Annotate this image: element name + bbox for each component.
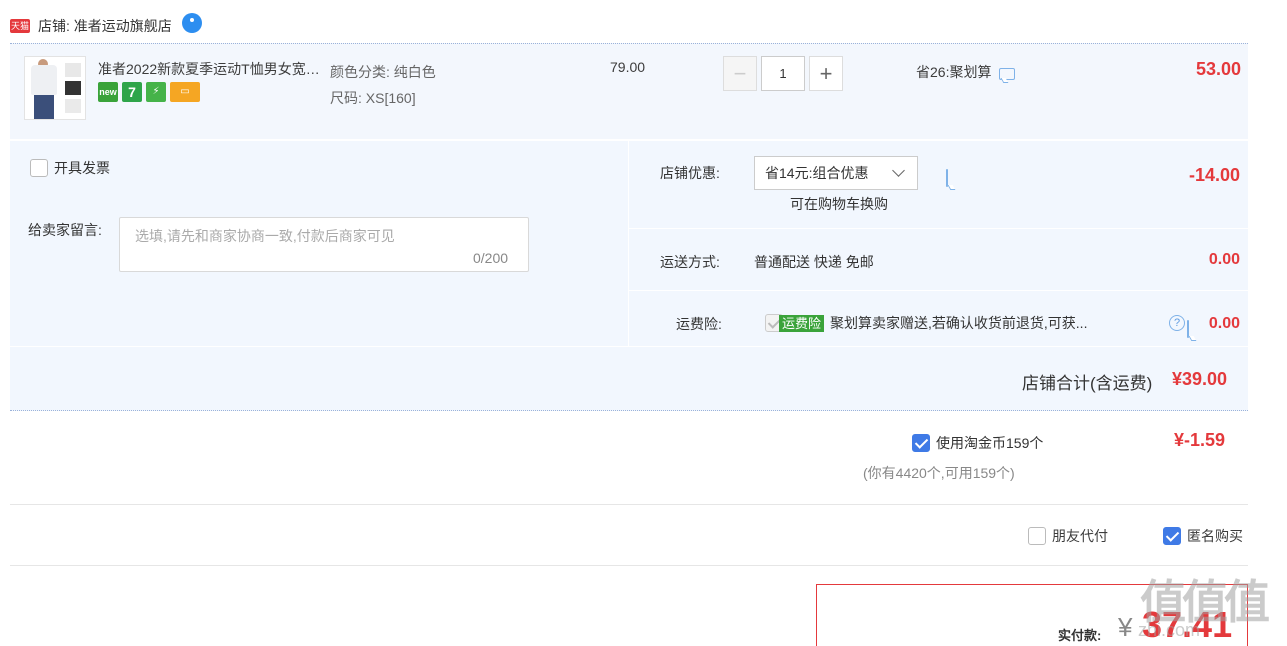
watermark-site: zhi.com	[1138, 620, 1201, 640]
shop-total-amount: ¥39.00	[1172, 369, 1228, 389]
help-icon[interactable]: ?	[1169, 315, 1185, 331]
insurance-text: 聚划算卖家赠送,若确认收货前退货,可获...	[830, 315, 1088, 331]
shipping-amount: 0.00	[1208, 251, 1240, 268]
sku-size: 尺码: XS[160]	[330, 90, 416, 106]
sku-color: 颜色分类: 纯白色	[330, 64, 436, 80]
sku-info: 颜色分类: 纯白色 尺码: XS[160]	[330, 59, 436, 111]
tmall-icon: 天猫	[10, 19, 30, 33]
anonymous-option[interactable]: 匿名购买	[1163, 526, 1243, 546]
divider	[10, 565, 1248, 566]
taojinbi-amount: ¥-1.59	[1174, 430, 1226, 450]
chevron-down-icon	[892, 164, 905, 177]
shipping-label: 运送方式:	[660, 254, 720, 270]
comment-icon[interactable]	[999, 68, 1016, 80]
item-promotion: 省26:聚划算	[916, 62, 1016, 82]
shipping-method: 普通配送 快递 免邮	[754, 254, 874, 270]
insurance-label: 运费险:	[676, 316, 722, 332]
taojinbi-option[interactable]: 使用淘金币159个	[912, 433, 1043, 453]
seller-message-counter: 0/200	[473, 250, 509, 266]
new-badge-icon: new	[98, 82, 118, 102]
taojinbi-label: 使用淘金币159个	[936, 435, 1044, 451]
card-icon: ▭	[170, 82, 200, 102]
product-thumbnail[interactable]	[24, 56, 86, 120]
taojinbi-available: (你有4420个,可用159个)	[863, 465, 1015, 481]
shop-header: 天猫 店铺: 准者运动旗舰店	[10, 13, 202, 38]
quantity-stepper: − 1 +	[723, 56, 843, 91]
insurance-amount: 0.00	[1208, 315, 1240, 332]
comment-icon[interactable]	[946, 169, 948, 187]
friend-pay-option[interactable]: 朋友代付	[1028, 526, 1108, 546]
coupon-label: 店铺优惠:	[660, 165, 720, 181]
friend-pay-checkbox[interactable]	[1028, 527, 1046, 545]
comment-icon[interactable]	[1187, 320, 1189, 338]
taojinbi-checkbox[interactable]	[912, 434, 930, 452]
decrease-quantity-button[interactable]: −	[723, 56, 757, 91]
insurance-info: 运费险 聚划算卖家赠送,若确认收货前退货,可获...	[779, 313, 1135, 333]
coupon-hint: 可在购物车换购	[790, 196, 888, 212]
invoice-option[interactable]: 开具发票	[30, 158, 110, 178]
friend-pay-label: 朋友代付	[1052, 528, 1108, 544]
service-icons: new 7 ⚡ ▭	[98, 82, 200, 102]
product-title[interactable]: 准者2022新款夏季运动T恤男女宽松训练服	[98, 59, 328, 79]
payment-label: 实付款:	[1058, 628, 1102, 643]
invoice-label: 开具发票	[54, 160, 110, 176]
seller-message-placeholder: 选填,请先和商家协商一致,付款后商家可见	[135, 228, 395, 244]
wangwang-chat-icon[interactable]	[181, 13, 202, 33]
quantity-input[interactable]: 1	[761, 56, 805, 91]
item-subtotal: 53.00	[1195, 59, 1241, 79]
shop-total-label: 店铺合计(含运费)	[1022, 374, 1153, 393]
divider	[10, 504, 1248, 505]
charge-icon: ⚡	[146, 82, 166, 102]
coupon-amount: -14.00	[1188, 165, 1240, 185]
order-item-row: 准者2022新款夏季运动T恤男女宽松训练服 new 7 ⚡ ▭ 颜色分类: 纯白…	[10, 43, 1248, 139]
seven-day-return-icon: 7	[122, 82, 142, 102]
payment-currency: ¥	[1118, 612, 1133, 642]
seller-message-label: 给卖家留言:	[28, 222, 102, 238]
invoice-checkbox[interactable]	[30, 159, 48, 177]
increase-quantity-button[interactable]: +	[809, 56, 843, 91]
anonymous-checkbox[interactable]	[1163, 527, 1181, 545]
promotion-text: 省26:聚划算	[916, 64, 992, 80]
unit-price: 79.00	[610, 59, 646, 75]
coupon-select[interactable]: 省14元:组合优惠	[754, 156, 918, 190]
coupon-selected-value: 省14元:组合优惠	[765, 165, 869, 181]
shop-name[interactable]: 店铺: 准者运动旗舰店	[38, 16, 172, 36]
anonymous-label: 匿名购买	[1187, 528, 1243, 544]
insurance-tag: 运费险	[779, 315, 825, 332]
